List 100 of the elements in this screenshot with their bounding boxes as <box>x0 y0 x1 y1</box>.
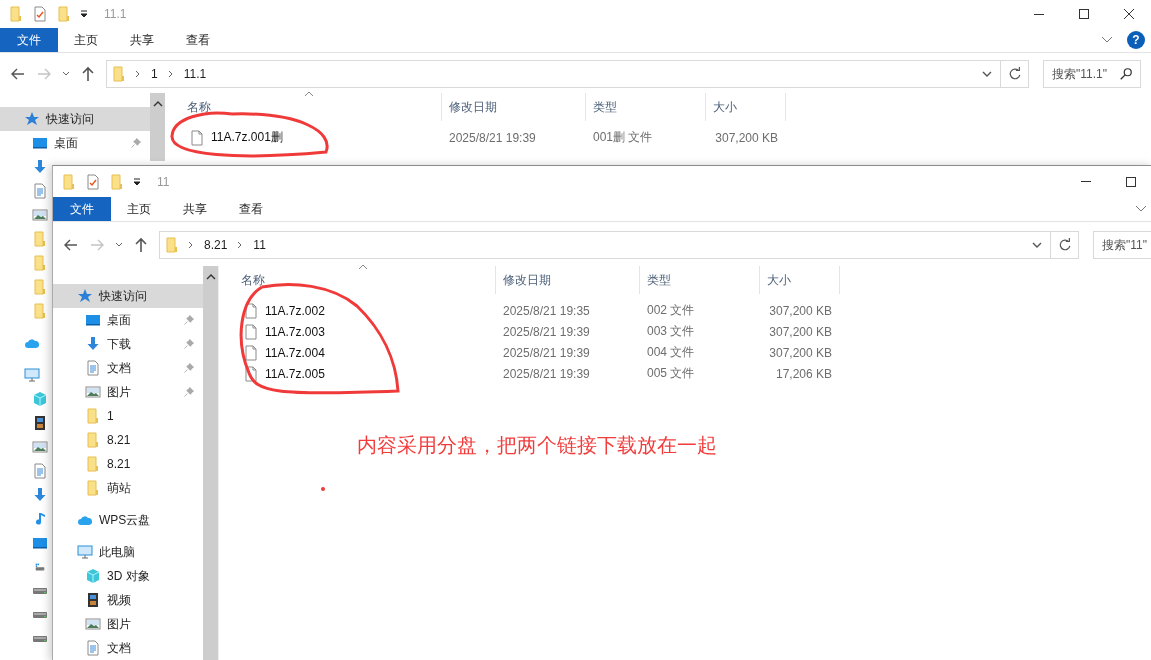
up-arrow-icon[interactable] <box>80 66 96 82</box>
sidebar-item[interactable]: 萌站 <box>53 476 203 500</box>
chevron-down-icon[interactable] <box>1101 36 1113 44</box>
chevron-right-icon[interactable] <box>135 70 141 78</box>
picture-icon[interactable] <box>32 439 48 455</box>
picture-icon[interactable] <box>32 207 48 223</box>
dropdown-icon[interactable] <box>133 177 141 186</box>
column-header[interactable]: 类型 <box>647 271 671 289</box>
pin-icon[interactable] <box>183 362 195 374</box>
sidebar-item[interactable]: 1 <box>53 404 203 428</box>
drive-icon[interactable] <box>32 611 48 619</box>
pin-icon[interactable] <box>183 338 195 350</box>
up-arrow-icon[interactable] <box>133 237 149 253</box>
document-icon[interactable] <box>32 463 48 479</box>
scrollbar[interactable] <box>150 93 165 161</box>
help-button[interactable]: ? <box>1127 31 1145 49</box>
scroll-up-icon[interactable] <box>152 101 163 107</box>
file-icon <box>243 344 259 361</box>
picture-icon <box>85 384 101 400</box>
star-icon <box>24 111 40 127</box>
column-header[interactable]: 大小 <box>767 271 791 289</box>
file-name[interactable]: 11A.7z.002 <box>265 303 325 318</box>
breadcrumb-item[interactable]: 1 <box>149 67 160 81</box>
properties-icon[interactable] <box>32 6 48 22</box>
search-field[interactable]: 搜索"11" <box>1093 231 1151 259</box>
dropdown-icon[interactable] <box>982 71 992 77</box>
desktop-icon[interactable] <box>32 535 48 551</box>
column-header[interactable]: 名称 <box>241 271 265 289</box>
file-name[interactable]: 11A.7z.001删 <box>211 129 283 146</box>
sidebar-item[interactable]: 下载 <box>53 332 203 356</box>
address-bar[interactable]: 8.21 11 <box>159 231 1051 259</box>
pin-icon[interactable] <box>183 386 195 398</box>
sidebar-item[interactable]: 桌面 <box>0 131 150 155</box>
breadcrumb-item[interactable]: 11 <box>251 238 268 252</box>
breadcrumb-item[interactable]: 8.21 <box>202 238 230 252</box>
download-arrow-icon <box>85 336 101 352</box>
file-menu-tab[interactable]: 文件 <box>53 197 111 221</box>
back-arrow-icon[interactable] <box>63 237 79 253</box>
drive-icon[interactable] <box>32 587 48 595</box>
dropdown-icon[interactable] <box>1032 242 1042 248</box>
folder-icon <box>85 480 101 496</box>
sidebar-item[interactable]: WPS云盘 <box>53 508 203 532</box>
chevron-right-icon[interactable] <box>237 241 244 249</box>
back-arrow-icon[interactable] <box>10 66 26 82</box>
breadcrumb-item[interactable]: 11.1 <box>181 67 209 81</box>
ribbon-tab[interactable]: 查看 <box>223 197 279 221</box>
dropdown-icon[interactable] <box>80 10 88 18</box>
refresh-button[interactable] <box>1051 231 1079 259</box>
address-bar[interactable]: 1 11.1 <box>106 60 1001 88</box>
file-menu-tab[interactable]: 文件 <box>0 28 58 52</box>
chevron-right-icon[interactable] <box>167 70 174 78</box>
column-header[interactable]: 名称 <box>187 98 211 116</box>
column-header[interactable]: 类型 <box>593 98 617 116</box>
search-icon[interactable] <box>1119 67 1133 81</box>
column-header[interactable]: 修改日期 <box>503 271 551 289</box>
sidebar-item[interactable]: 8.21 <box>53 452 203 476</box>
computer-icon <box>77 544 93 560</box>
computer-icon[interactable] <box>24 367 40 383</box>
drive-icon[interactable] <box>32 635 48 643</box>
file-name[interactable]: 11A.7z.005 <box>265 366 325 381</box>
cube-icon <box>85 568 101 584</box>
column-header[interactable]: 修改日期 <box>449 98 497 116</box>
ribbon-tab[interactable]: 共享 <box>114 28 170 52</box>
ribbon-tab[interactable]: 主页 <box>58 28 114 52</box>
sidebar-item[interactable]: 此电脑 <box>53 540 203 564</box>
sidebar-item[interactable]: 文档 <box>53 356 203 380</box>
properties-icon[interactable] <box>85 173 101 190</box>
search-field[interactable]: 搜索"11.1" <box>1043 60 1141 88</box>
refresh-button[interactable] <box>1001 60 1029 88</box>
sidebar-item[interactable]: 图片 <box>53 612 203 636</box>
folder-icon <box>85 432 101 448</box>
download-arrow-icon[interactable] <box>32 159 48 175</box>
ribbon-tab[interactable]: 主页 <box>111 197 167 221</box>
column-header[interactable]: 大小 <box>713 98 737 116</box>
window-title: 11 <box>157 174 170 189</box>
recent-dropdown-icon[interactable] <box>62 71 70 77</box>
download-arrow-icon[interactable] <box>32 487 48 503</box>
sidebar-item[interactable]: 图片 <box>53 380 203 404</box>
sidebar-item[interactable]: 8.21 <box>53 428 203 452</box>
sidebar-item[interactable]: 3D 对象 <box>53 564 203 588</box>
sidebar-item[interactable]: 视频 <box>53 588 203 612</box>
pin-icon[interactable] <box>183 314 195 326</box>
sidebar-item[interactable]: 快速访问 <box>0 107 150 131</box>
file-name[interactable]: 11A.7z.004 <box>265 345 325 360</box>
film-icon[interactable] <box>32 415 48 431</box>
chevron-down-icon[interactable] <box>1135 205 1147 213</box>
scroll-up-icon[interactable] <box>205 274 216 280</box>
sidebar-item[interactable]: 文档 <box>53 636 203 660</box>
scrollbar[interactable] <box>203 266 218 660</box>
sidebar-item[interactable]: 快速访问 <box>53 284 203 308</box>
document-icon[interactable] <box>32 183 48 199</box>
ribbon-tab[interactable]: 共享 <box>167 197 223 221</box>
table-cell-text: 002 文件 <box>646 302 696 319</box>
pin-icon[interactable] <box>130 137 142 149</box>
file-name[interactable]: 11A.7z.003 <box>265 324 325 339</box>
chevron-right-icon[interactable] <box>188 241 194 249</box>
sidebar-item[interactable]: 桌面 <box>53 308 203 332</box>
recent-dropdown-icon[interactable] <box>115 242 123 248</box>
film-icon <box>85 592 101 608</box>
ribbon-tab[interactable]: 查看 <box>170 28 226 52</box>
